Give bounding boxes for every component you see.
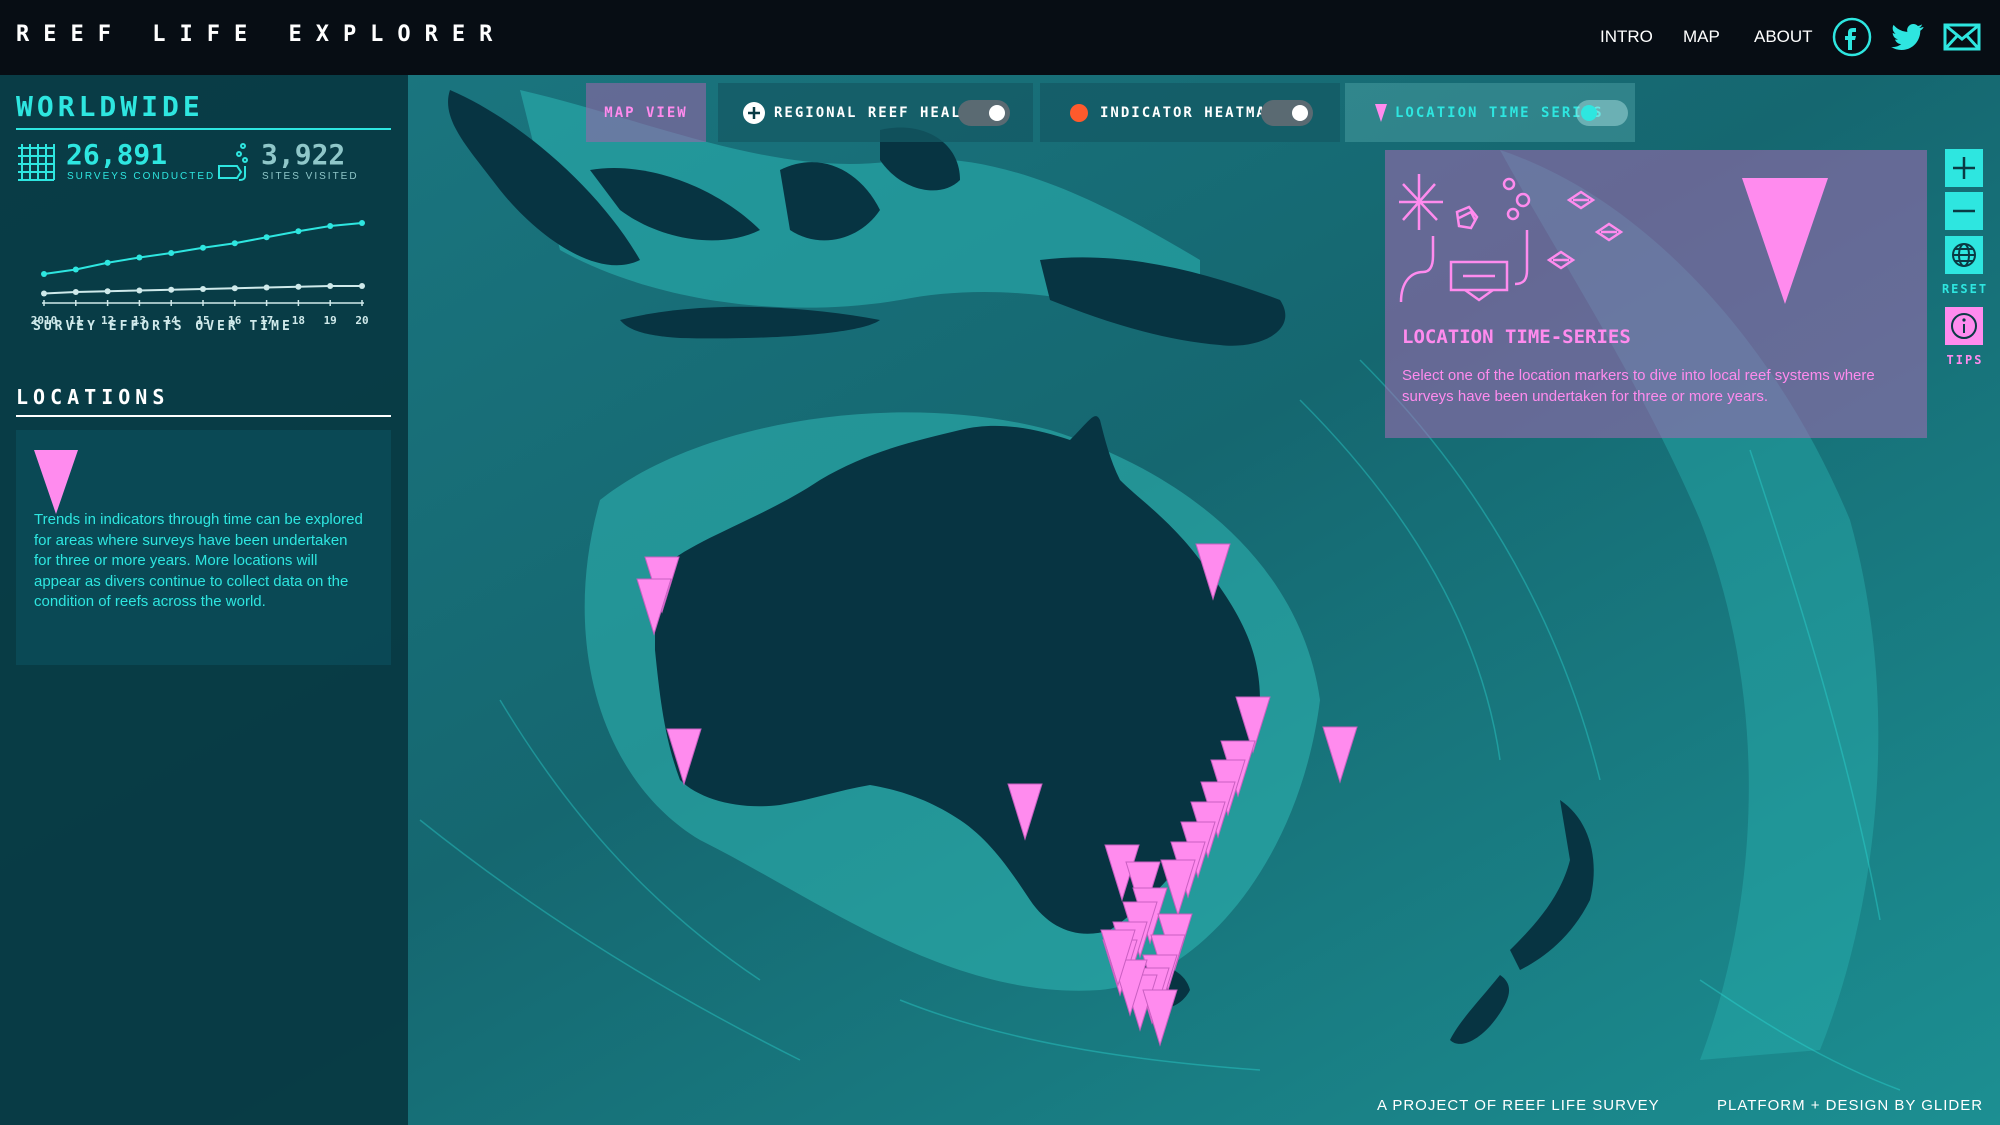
data-point [72, 289, 79, 295]
locations-card: Trends in indicators through time can be… [16, 430, 391, 665]
info-icon [1951, 313, 1977, 339]
data-point [295, 283, 302, 290]
mail-icon[interactable] [1942, 17, 1982, 57]
left-panel: WORLDWIDE 26,891 SURVEYS CONDUCTED 3,922… [0, 75, 408, 1125]
data-point [41, 271, 47, 277]
chart-caption: SURVEY EFFORTS OVER TIME [33, 319, 293, 334]
divider [16, 415, 391, 417]
footer-credit[interactable]: PLATFORM + DESIGN BY GLIDER [1717, 1097, 1983, 1114]
x-tick-label: 19 [324, 314, 337, 327]
heatmap-label: INDICATOR HEATMAP [1100, 104, 1278, 121]
data-point [168, 250, 175, 256]
data-point [231, 240, 238, 247]
data-point [136, 254, 143, 261]
regional-label: REGIONAL REEF HEALTH [774, 104, 983, 121]
marker-icon [1375, 104, 1387, 122]
top-bar: REEF LIFE EXPLORER INTRO MAP ABOUT [0, 0, 2000, 75]
indicator-heatmap-toggle[interactable]: INDICATOR HEATMAP [1040, 83, 1340, 142]
data-point [136, 287, 143, 294]
zoom-out-button[interactable] [1945, 192, 1983, 230]
regional-switch[interactable] [958, 100, 1010, 126]
surveys-count: 26,891 [66, 138, 168, 171]
tips-label: TIPS [1946, 353, 1984, 367]
data-point [263, 284, 270, 291]
diver-mask-icon [218, 143, 248, 181]
data-point [263, 234, 270, 241]
data-point [72, 266, 79, 273]
time-series-label: LOCATION TIME SERIES [1395, 104, 1604, 121]
data-point [200, 286, 206, 292]
data-point [327, 223, 334, 229]
data-point [104, 259, 111, 266]
location-marker-icon [34, 450, 78, 514]
facebook-icon[interactable] [1832, 17, 1872, 57]
heatmap-dot-icon [1070, 104, 1088, 122]
locations-title: LOCATIONS [16, 385, 170, 409]
reset-label: RESET [1941, 282, 1989, 296]
info-description: Select one of the location markers to di… [1402, 367, 1875, 405]
plus-icon [1953, 157, 1975, 179]
x-tick-label: 18 [292, 314, 305, 327]
data-point [41, 290, 47, 297]
reset-button[interactable] [1945, 236, 1983, 274]
nav-intro[interactable]: INTRO [1600, 27, 1653, 47]
info-title: LOCATION TIME-SERIES [1402, 326, 1631, 348]
globe-icon [1952, 243, 1976, 267]
nav-about[interactable]: ABOUT [1754, 27, 1813, 47]
tips-button[interactable] [1945, 307, 1983, 345]
grid-icon [18, 144, 55, 181]
sites-label: SITES VISITED [262, 171, 359, 182]
plus-circle-icon [743, 102, 765, 124]
brand-title[interactable]: REEF LIFE EXPLORER [16, 22, 506, 47]
data-point [104, 288, 111, 295]
twitter-icon[interactable] [1887, 17, 1927, 57]
data-point [231, 285, 238, 292]
data-point [359, 220, 365, 226]
data-point [168, 286, 175, 293]
heatmap-switch[interactable] [1261, 100, 1313, 126]
zoom-in-button[interactable] [1945, 149, 1983, 187]
worldwide-title: WORLDWIDE [16, 90, 204, 123]
footer-project[interactable]: A PROJECT OF REEF LIFE SURVEY [1377, 1097, 1660, 1114]
minus-icon [1953, 209, 1975, 213]
sites-count: 3,922 [261, 138, 346, 171]
map-view-button[interactable]: MAP VIEW [586, 83, 706, 142]
locations-description: Trends in indicators through time can be… [34, 511, 363, 610]
location-time-series-toggle[interactable]: LOCATION TIME SERIES [1345, 83, 1635, 142]
data-point [327, 283, 334, 289]
divider [16, 128, 391, 130]
regional-reef-health-toggle[interactable]: REGIONAL REEF HEALTH [718, 83, 1033, 142]
reef-illustration-icon [1399, 174, 1624, 303]
survey-effort-chart: 2010 11 12 13 14 15 16 17 18 19 20 [31, 220, 369, 327]
time-series-switch[interactable] [1576, 100, 1628, 126]
info-panel: LOCATION TIME-SERIES Select one of the l… [1385, 150, 1927, 438]
nav-map[interactable]: MAP [1683, 27, 1720, 47]
surveys-label: SURVEYS CONDUCTED [67, 171, 216, 182]
data-point [200, 244, 206, 251]
data-point [295, 228, 302, 235]
location-marker-icon [1742, 178, 1828, 304]
x-tick-label: 20 [355, 314, 368, 327]
data-point [359, 283, 365, 289]
